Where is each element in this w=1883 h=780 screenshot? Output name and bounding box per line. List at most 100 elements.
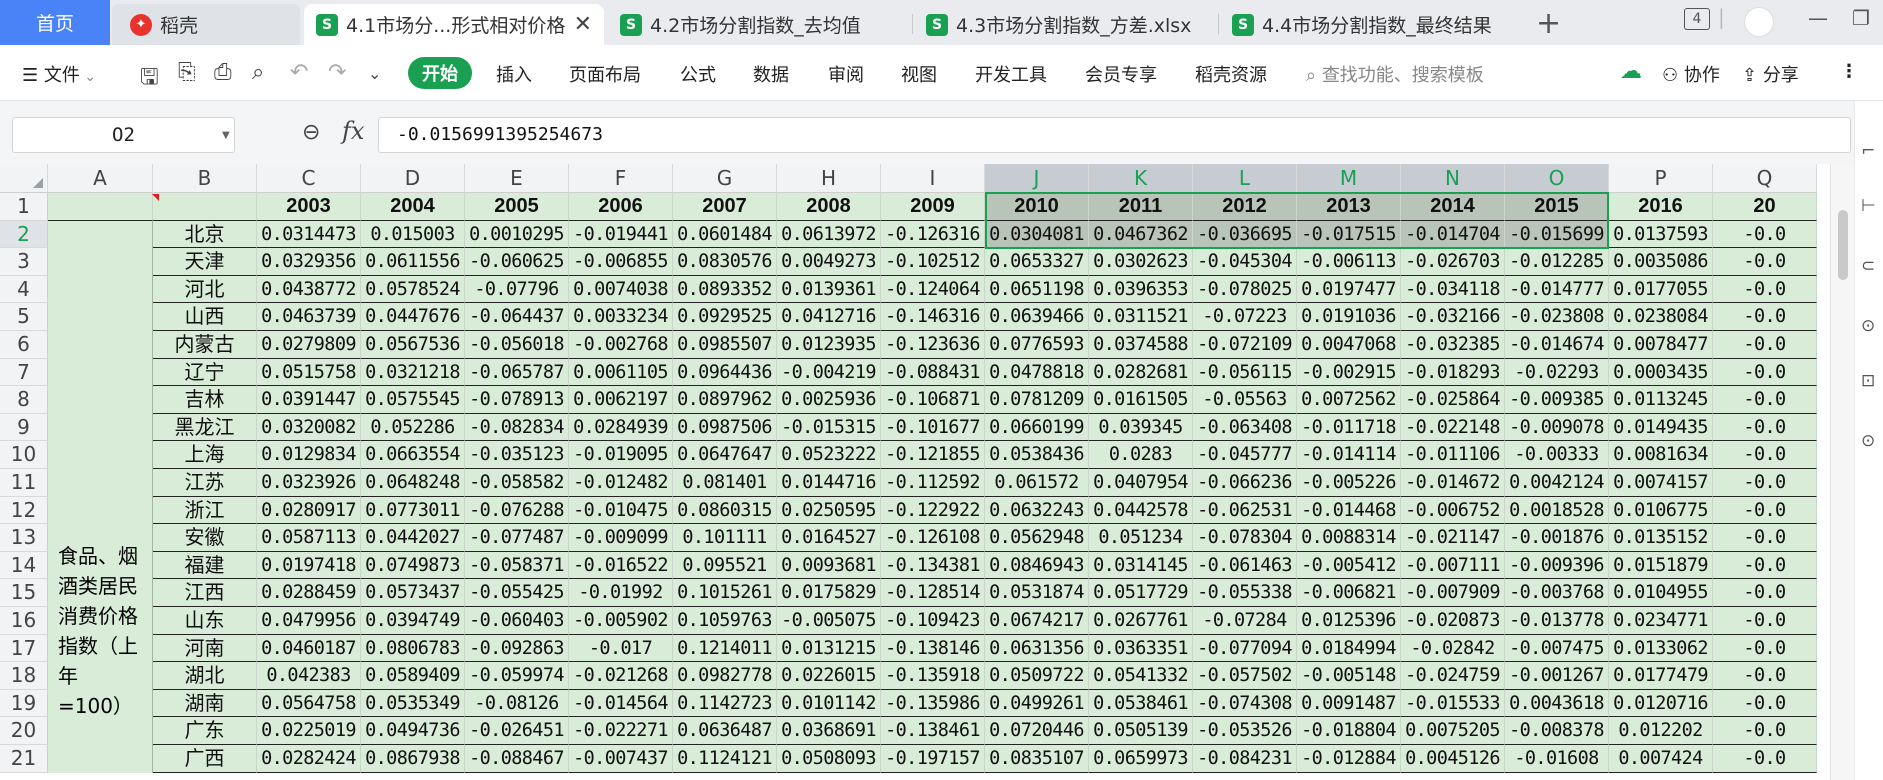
data-cell[interactable]: -0.01992 xyxy=(569,579,673,607)
share-button[interactable]: ⇪ 分享 xyxy=(1742,61,1799,87)
data-cell[interactable]: -0.066236 xyxy=(1193,469,1297,497)
data-cell[interactable]: -0.014468 xyxy=(1297,496,1401,525)
data-cell[interactable]: 0.0177055 xyxy=(1609,275,1713,304)
data-cell[interactable]: 0.0589409 xyxy=(361,662,465,690)
data-cell[interactable]: -0.0 xyxy=(1713,220,1817,249)
data-cell[interactable]: -0.008378 xyxy=(1505,717,1609,745)
data-cell[interactable]: -0.014674 xyxy=(1505,331,1609,359)
data-cell[interactable]: 0.0651198 xyxy=(985,275,1089,304)
data-cell[interactable]: -0.056115 xyxy=(1193,358,1297,387)
data-cell[interactable]: 0.0663554 xyxy=(361,441,465,469)
data-cell[interactable]: 0.0104955 xyxy=(1609,579,1713,607)
data-cell[interactable]: 0.0964436 xyxy=(673,358,777,387)
data-cell[interactable]: 0.0460187 xyxy=(257,634,361,663)
data-cell[interactable]: -0.005075 xyxy=(777,607,881,635)
data-cell[interactable]: 0.0074038 xyxy=(569,275,673,304)
data-cell[interactable]: -0.007111 xyxy=(1401,551,1505,580)
column-header[interactable]: A xyxy=(48,164,153,193)
data-cell[interactable]: -0.124064 xyxy=(881,275,985,304)
data-cell[interactable]: -0.026703 xyxy=(1401,248,1505,276)
tab-workbook-3[interactable]: S 4.3市场分割指数_方差.xlsx xyxy=(914,4,1214,45)
column-header[interactable]: N xyxy=(1401,164,1505,193)
row-header[interactable]: 2 xyxy=(0,220,48,249)
data-cell[interactable]: -0.010475 xyxy=(569,496,673,525)
data-cell[interactable]: 0.0061105 xyxy=(569,358,673,387)
data-cell[interactable]: -0.135918 xyxy=(881,662,985,690)
data-cell[interactable]: 0.0284939 xyxy=(569,413,673,442)
data-cell[interactable]: -0.001876 xyxy=(1505,524,1609,552)
data-cell[interactable]: 0.0035086 xyxy=(1609,248,1713,276)
data-cell[interactable]: -0.076288 xyxy=(465,496,569,525)
data-cell[interactable]: -0.032166 xyxy=(1401,303,1505,331)
data-cell[interactable]: 0.0407954 xyxy=(1089,469,1193,497)
data-cell[interactable]: -0.0 xyxy=(1713,248,1817,276)
data-cell[interactable]: 0.0567536 xyxy=(361,331,465,359)
data-cell[interactable]: 0.0226015 xyxy=(777,662,881,690)
data-cell[interactable]: 0.0374588 xyxy=(1089,331,1193,359)
data-cell[interactable]: -0.022271 xyxy=(569,717,673,745)
data-cell[interactable]: 0.0177479 xyxy=(1609,662,1713,690)
data-cell[interactable]: 0.0106775 xyxy=(1609,496,1713,525)
data-cell[interactable]: -0.138146 xyxy=(881,634,985,663)
data-cell[interactable]: 0.0302623 xyxy=(1089,248,1193,276)
data-cell[interactable]: -0.006113 xyxy=(1297,248,1401,276)
province-cell[interactable]: 山东 xyxy=(153,607,257,635)
data-cell[interactable]: 0.0234771 xyxy=(1609,607,1713,635)
data-cell[interactable]: -0.015699 xyxy=(1505,220,1609,249)
data-cell[interactable]: 0.0045126 xyxy=(1401,745,1505,773)
data-cell[interactable]: 0.007424 xyxy=(1609,745,1713,773)
data-cell[interactable]: -0.01608 xyxy=(1505,745,1609,773)
province-cell[interactable]: 吉林 xyxy=(153,386,257,414)
data-cell[interactable]: -0.019441 xyxy=(569,220,673,249)
column-header[interactable]: O xyxy=(1505,164,1609,193)
data-cell[interactable]: 0.0541332 xyxy=(1089,662,1193,690)
data-cell[interactable]: 0.0047068 xyxy=(1297,331,1401,359)
data-cell[interactable]: -0.126316 xyxy=(881,220,985,249)
data-cell[interactable]: 0.0535349 xyxy=(361,689,465,718)
data-cell[interactable]: 0.101111 xyxy=(673,524,777,552)
data-cell[interactable]: -0.074308 xyxy=(1193,689,1297,718)
data-cell[interactable]: 0.0123935 xyxy=(777,331,881,359)
name-box[interactable]: O2 xyxy=(12,117,235,153)
province-cell[interactable]: 湖南 xyxy=(153,689,257,718)
row-header[interactable]: 14 xyxy=(0,551,48,580)
data-cell[interactable]: -0.019095 xyxy=(569,441,673,469)
data-cell[interactable]: -0.006855 xyxy=(569,248,673,276)
data-cell[interactable]: -0.023808 xyxy=(1505,303,1609,331)
data-cell[interactable]: 0.1142723 xyxy=(673,689,777,718)
data-cell[interactable]: 0.015003 xyxy=(361,220,465,249)
data-cell[interactable]: -0.0 xyxy=(1713,579,1817,607)
data-cell[interactable]: 0.0323926 xyxy=(257,469,361,497)
data-cell[interactable]: -0.062531 xyxy=(1193,496,1297,525)
data-cell[interactable]: -0.057502 xyxy=(1193,662,1297,690)
category-cell[interactable]: 食品、烟酒类居民消费价格指数（上年=100） xyxy=(48,220,153,773)
data-cell[interactable]: -0.007475 xyxy=(1505,634,1609,663)
data-cell[interactable]: -0.002768 xyxy=(569,331,673,359)
data-cell[interactable]: -0.021268 xyxy=(569,662,673,690)
help-icon[interactable]: ⊙ xyxy=(1861,431,1875,451)
data-cell[interactable]: 0.0025936 xyxy=(777,386,881,414)
data-cell[interactable]: 0.0164527 xyxy=(777,524,881,552)
column-header[interactable]: H xyxy=(777,164,881,193)
year-header[interactable]: 2016 xyxy=(1609,193,1713,221)
data-cell[interactable]: 0.0494736 xyxy=(361,717,465,745)
data-cell[interactable]: -0.009099 xyxy=(569,524,673,552)
data-cell[interactable]: 0.0508093 xyxy=(777,745,881,773)
row-header[interactable]: 11 xyxy=(0,469,48,497)
restore-icon[interactable]: ❐ xyxy=(1852,6,1870,30)
data-cell[interactable]: -0.017515 xyxy=(1297,220,1401,249)
data-cell[interactable]: 0.0003435 xyxy=(1609,358,1713,387)
data-cell[interactable]: -0.011106 xyxy=(1401,441,1505,469)
data-cell[interactable]: 0.0191036 xyxy=(1297,303,1401,331)
data-cell[interactable]: 0.0314145 xyxy=(1089,551,1193,580)
data-cell[interactable]: -0.018293 xyxy=(1401,358,1505,387)
province-cell[interactable]: 湖北 xyxy=(153,662,257,690)
data-cell[interactable]: -0.065787 xyxy=(465,358,569,387)
data-cell[interactable]: 0.0149435 xyxy=(1609,413,1713,442)
data-cell[interactable]: 0.1059763 xyxy=(673,607,777,635)
data-cell[interactable]: 0.0653327 xyxy=(985,248,1089,276)
data-cell[interactable]: 0.0601484 xyxy=(673,220,777,249)
data-cell[interactable]: -0.009385 xyxy=(1505,386,1609,414)
data-cell[interactable]: -0.088431 xyxy=(881,358,985,387)
data-cell[interactable]: 0.0860315 xyxy=(673,496,777,525)
